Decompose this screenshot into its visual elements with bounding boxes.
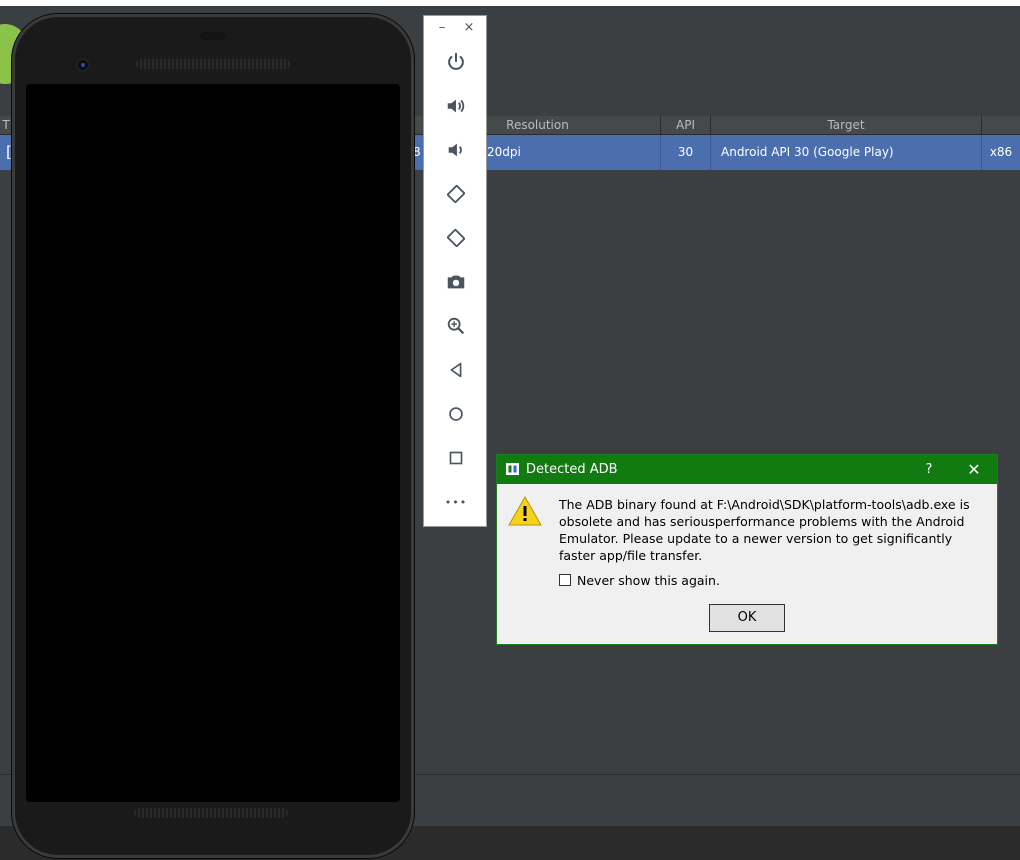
home-icon bbox=[449, 407, 463, 421]
back-icon bbox=[450, 362, 462, 378]
never-show-again-option[interactable]: Never show this again. bbox=[559, 572, 720, 588]
volume-down-button[interactable] bbox=[444, 138, 468, 162]
emulator-toolbar: – × ••• bbox=[423, 15, 487, 527]
power-icon bbox=[448, 52, 464, 70]
overview-button[interactable] bbox=[444, 446, 468, 470]
screenshot-button[interactable] bbox=[444, 270, 468, 294]
ok-button[interactable]: OK bbox=[709, 604, 785, 632]
camera-icon bbox=[447, 275, 465, 289]
emulator-app-icon bbox=[506, 463, 519, 475]
top-speaker-grille bbox=[136, 59, 290, 69]
rotate-left-button[interactable] bbox=[444, 182, 468, 206]
warning-icon bbox=[508, 495, 542, 526]
column-target-header[interactable]: Target bbox=[711, 116, 982, 134]
toolbar-close-button[interactable]: × bbox=[461, 20, 477, 35]
device-api-cell: 30 bbox=[661, 135, 711, 170]
toolbar-minimize-button[interactable]: – bbox=[434, 20, 450, 35]
power-button[interactable] bbox=[444, 50, 468, 74]
device-target-cell: Android API 30 (Google Play) bbox=[711, 135, 982, 170]
back-button[interactable] bbox=[444, 358, 468, 382]
dialog-message: The ADB binary found at F:\Android\SDK\p… bbox=[559, 497, 970, 563]
never-show-again-checkbox[interactable] bbox=[559, 574, 571, 586]
zoom-icon bbox=[447, 317, 465, 335]
dialog-title: Detected ADB bbox=[526, 462, 618, 477]
device-cpu-cell: x86 bbox=[989, 145, 1013, 159]
close-button[interactable]: ✕ bbox=[959, 455, 989, 484]
zoom-button[interactable] bbox=[444, 314, 468, 338]
volume-up-button[interactable] bbox=[444, 94, 468, 118]
rotate-right-icon bbox=[447, 229, 465, 247]
column-cpu-header[interactable] bbox=[982, 116, 1020, 134]
emulator-device-frame bbox=[12, 14, 414, 858]
home-button[interactable] bbox=[444, 402, 468, 426]
proximity-sensor bbox=[200, 32, 226, 40]
dialog-title-bar[interactable]: Detected ADB ? ✕ bbox=[497, 455, 997, 484]
overview-icon bbox=[449, 451, 463, 465]
more-button[interactable]: ••• bbox=[444, 490, 468, 514]
bottom-speaker-grille bbox=[134, 808, 288, 818]
rotate-left-icon bbox=[447, 185, 465, 203]
device-size-cell: 8 bbox=[413, 145, 421, 159]
volume-down-icon bbox=[448, 143, 462, 157]
emulator-screen[interactable] bbox=[26, 84, 400, 802]
device-resolution-cell: 20dpi bbox=[487, 135, 661, 170]
help-button[interactable]: ? bbox=[917, 455, 941, 484]
volume-up-icon bbox=[447, 99, 465, 113]
front-camera-icon bbox=[76, 58, 90, 72]
column-api-header[interactable]: API bbox=[661, 116, 711, 134]
more-icon: ••• bbox=[444, 495, 468, 509]
detected-adb-dialog: Detected ADB ? ✕ The ADB binary found at… bbox=[496, 454, 998, 645]
rotate-right-button[interactable] bbox=[444, 226, 468, 250]
never-show-again-label[interactable]: Never show this again. bbox=[577, 573, 720, 588]
